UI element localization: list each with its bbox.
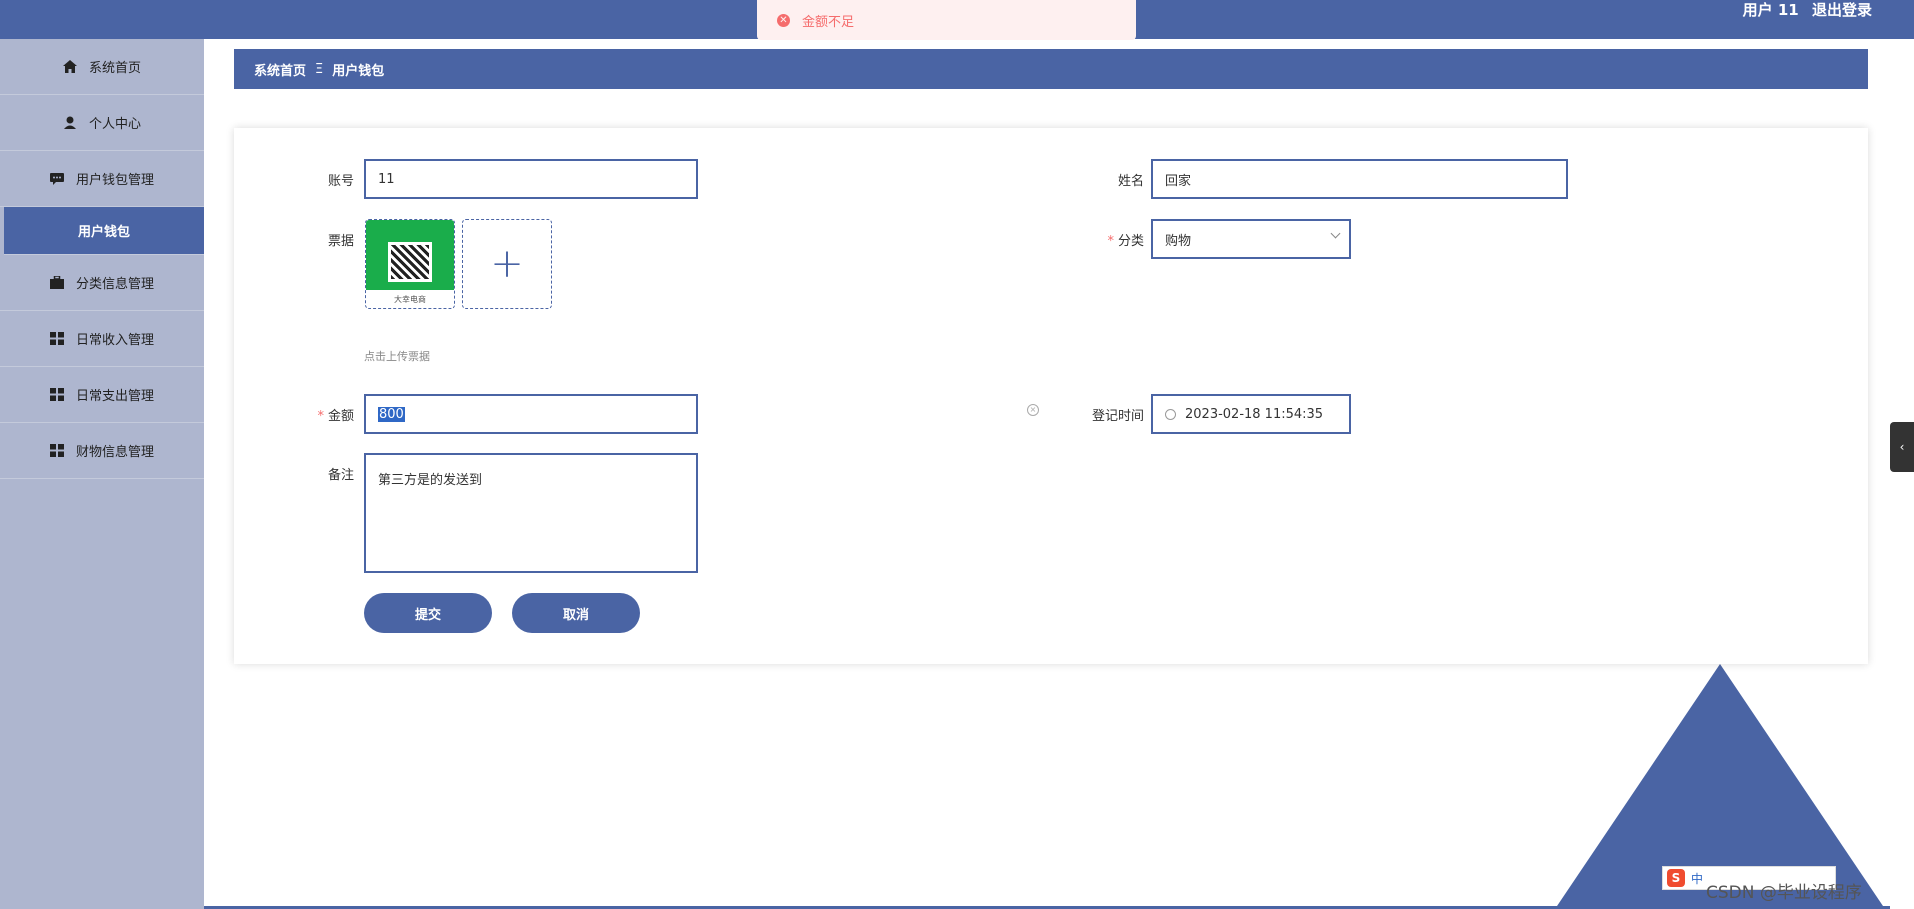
sidebar-item-wallet-management[interactable]: 用户钱包管理 <box>0 151 204 207</box>
grid-icon <box>49 444 64 457</box>
ime-mode-label: 中 <box>1691 871 1704 886</box>
breadcrumb-current: 用户钱包 <box>332 63 385 79</box>
sidebar-item-assets[interactable]: 财物信息管理 <box>0 423 204 479</box>
name-label: 姓名 <box>1117 174 1144 189</box>
submit-button[interactable]: 提交 <box>364 593 492 633</box>
time-picker[interactable]: 2023-02-18 11:54:35 <box>1151 394 1351 434</box>
receipt-label: 票据 <box>327 234 354 249</box>
sidebar-item-wallet[interactable]: 用户钱包 <box>4 207 204 255</box>
sidebar: 系统首页 个人中心 用户钱包管理 用户钱包 分类信息管理 日常收入管理 日常支出… <box>0 39 204 909</box>
collapse-tab[interactable]: ‹ <box>1890 422 1914 472</box>
amount-label: * 金额 <box>317 409 354 424</box>
sidebar-item-label: 系统首页 <box>88 61 141 76</box>
category-select[interactable]: 购物 <box>1151 219 1351 259</box>
logout-link[interactable]: 退出登录 <box>1812 1 1872 19</box>
amount-field[interactable]: 800 <box>364 394 698 434</box>
account-field[interactable]: 11 <box>364 159 698 199</box>
account-label: 账号 <box>327 174 354 189</box>
clock-icon <box>1165 408 1176 420</box>
toast-message: 金额不足 <box>802 14 855 30</box>
breadcrumb-home[interactable]: 系统首页 <box>254 60 306 79</box>
qr-code-icon <box>388 242 432 282</box>
upload-add-button[interactable]: + <box>462 219 552 309</box>
upload-tip: 点击上传票据 <box>364 350 430 363</box>
briefcase-icon <box>49 275 64 289</box>
chevron-down-icon <box>1330 228 1341 239</box>
time-label: 登记时间 <box>1091 409 1144 424</box>
watermark: CSDN @毕业设程序 <box>1706 883 1862 903</box>
cancel-button[interactable]: 取消 <box>512 593 640 633</box>
sidebar-item-label: 财物信息管理 <box>75 445 154 460</box>
user-icon <box>63 116 77 129</box>
plus-icon: + <box>490 241 524 287</box>
sidebar-item-label: 用户钱包 <box>77 225 130 240</box>
category-value: 购物 <box>1165 233 1192 249</box>
sogou-logo-icon: S <box>1667 869 1685 887</box>
sidebar-item-label: 用户钱包管理 <box>75 173 154 188</box>
wallet-form-card: 账号 11 姓名 回家 票据 大幸电商 + 点击上传票据 * 分类 购物 * 金额 … <box>234 128 1868 664</box>
sidebar-item-label: 分类信息管理 <box>75 277 154 292</box>
clear-icon[interactable]: × <box>1027 404 1039 416</box>
user-area: 用户 11 退出登录 <box>1735 0 1872 20</box>
sidebar-item-label: 日常收入管理 <box>75 333 154 348</box>
sidebar-item-income[interactable]: 日常收入管理 <box>0 311 204 367</box>
sidebar-item-profile[interactable]: 个人中心 <box>0 95 204 151</box>
time-value: 2023-02-18 11:54:35 <box>1185 406 1324 422</box>
error-toast: ✕ 金额不足 <box>757 0 1136 40</box>
remark-label: 备注 <box>327 468 354 483</box>
category-label: * 分类 <box>1107 234 1144 249</box>
sidebar-item-expense[interactable]: 日常支出管理 <box>0 367 204 423</box>
error-icon: ✕ <box>777 13 790 27</box>
receipt-caption: 大幸电商 <box>394 295 426 304</box>
receipt-thumbnail[interactable]: 大幸电商 <box>365 219 455 309</box>
home-icon <box>62 60 77 73</box>
message-icon <box>49 172 64 185</box>
sidebar-item-label: 日常支出管理 <box>75 389 154 404</box>
grid-icon <box>49 332 64 345</box>
chevron-left-icon: ‹ <box>1899 440 1905 454</box>
remark-textarea[interactable]: 第三方是的发送到 <box>364 453 698 573</box>
breadcrumb: 系统首页 Ξ 用户钱包 <box>234 49 1868 89</box>
sidebar-item-label: 个人中心 <box>88 117 141 132</box>
breadcrumb-separator: Ξ <box>315 61 324 77</box>
name-field[interactable]: 回家 <box>1151 159 1568 199</box>
amount-value: 800 <box>378 406 405 422</box>
username-label: 用户 11 <box>1742 1 1799 19</box>
sidebar-item-home[interactable]: 系统首页 <box>0 39 204 95</box>
grid-icon <box>49 388 64 401</box>
sidebar-item-category[interactable]: 分类信息管理 <box>0 255 204 311</box>
